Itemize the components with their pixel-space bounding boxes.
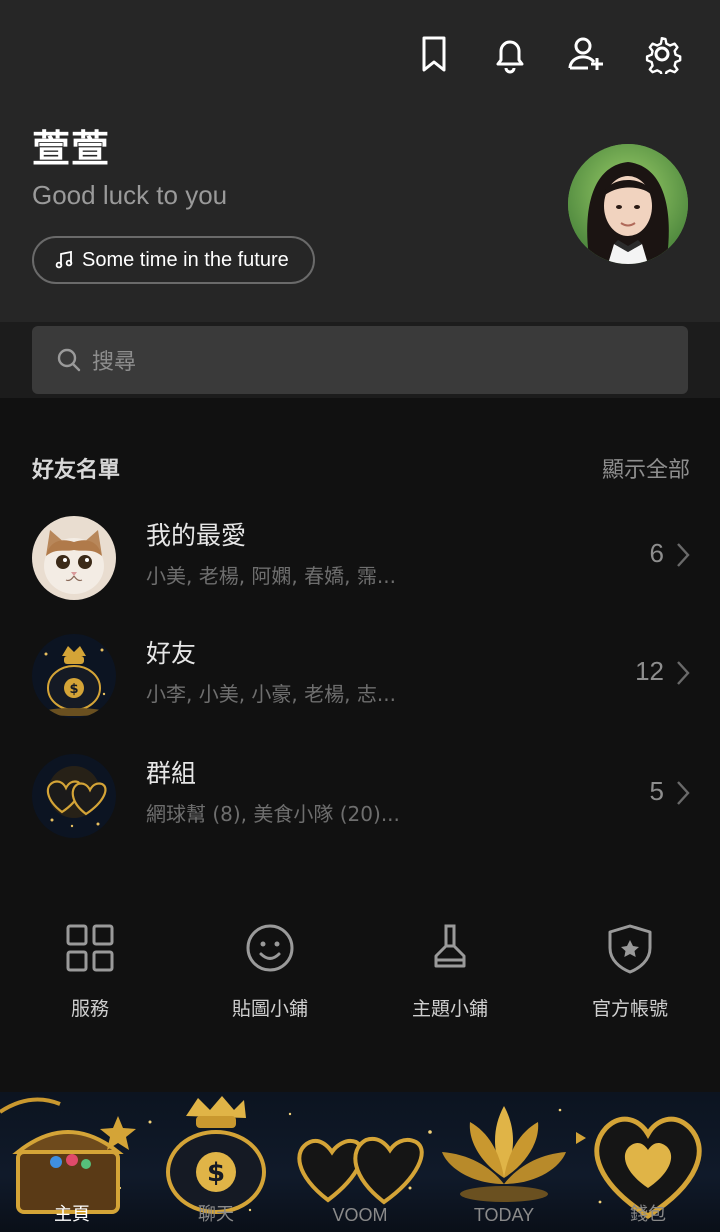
search-input[interactable]: 搜尋 [32,326,688,394]
tab-wallet[interactable]: 錢包 [576,1092,720,1232]
tab-voom[interactable]: VOOM [288,1092,432,1232]
service-item[interactable]: 服務 [0,920,180,1021]
svg-text:$: $ [69,682,78,697]
tab-chat[interactable]: $ 聊天 [144,1092,288,1232]
list-item-friends[interactable]: $ 好友 小李, 小美, 小豪, 老楊, 志... 12 [0,622,720,732]
chevron-right-icon [677,661,690,685]
group-title: 我的最愛 [146,521,247,550]
profile-name[interactable]: 萱萱 [32,118,110,173]
add-friend-icon[interactable] [564,32,608,76]
list-item-favorites[interactable]: 我的最愛 小美, 老楊, 阿嫻, 春嬌, 霈... 6 [0,504,720,614]
service-item[interactable]: 貼圖小鋪 [180,920,360,1021]
gear-icon[interactable] [640,32,684,76]
friend-list-title: 好友名單 [32,458,121,483]
bookmark-icon[interactable] [412,32,456,76]
group-members: 小美, 老楊, 阿嫻, 春嬌, 霈... [146,564,396,588]
smiley-icon [246,924,294,972]
list-item-groups[interactable]: 群組 網球幫 (8), 美食小隊 (20)... 5 [0,742,720,852]
tab-home[interactable]: 主頁 [0,1092,144,1232]
service-item[interactable]: 主題小鋪 [360,920,540,1021]
tab-label: 主頁 [54,1204,90,1224]
service-item[interactable]: 官方帳號 [540,920,720,1021]
search-icon [57,348,81,372]
tab-label: VOOM [332,1205,388,1225]
group-count: 5 [649,776,664,806]
services-row: 服務 貼圖小鋪 主題小鋪 官方帳號 [0,920,720,1030]
chevron-right-icon [677,543,690,567]
group-members: 小李, 小美, 小豪, 老楊, 志... [146,682,396,706]
music-note-icon [55,250,73,269]
tab-label: 錢包 [630,1204,666,1224]
music-title: Some time in the future [82,248,289,271]
profile-header: 萱萱 Good luck to you Some time in the fut… [0,0,720,322]
group-title: 群組 [146,759,197,788]
tab-label: TODAY [473,1205,535,1225]
cat-avatar [32,516,116,600]
service-label: 貼圖小鋪 [231,998,308,1020]
service-label: 主題小鋪 [411,998,488,1020]
chevron-right-icon [677,781,690,805]
top-toolbar [380,32,684,76]
status-message[interactable]: Good luck to you [32,180,227,211]
search-placeholder: 搜尋 [92,350,137,375]
hearts-avatar [32,754,116,838]
profile-music-pill[interactable]: Some time in the future [32,236,315,284]
avatar[interactable] [568,144,688,264]
service-label: 服務 [70,998,109,1020]
grid-icon [66,924,114,972]
shield-star-icon [608,924,652,974]
group-count: 12 [635,656,664,686]
svg-text:$: $ [207,1158,225,1188]
group-members: 網球幫 (8), 美食小隊 (20)... [146,802,400,826]
tab-today[interactable]: TODAY [432,1092,576,1232]
group-count: 6 [649,538,664,568]
bell-icon[interactable] [488,32,532,76]
money-bag-avatar: $ [32,634,116,718]
bottom-tab-bar: 主頁 $ 聊天 VOOM TODAY 錢包 [0,1092,720,1232]
show-all-link[interactable]: 顯示全部 [602,452,690,484]
brush-icon [434,924,466,968]
tab-label: 聊天 [198,1204,234,1224]
group-title: 好友 [146,639,197,668]
service-label: 官方帳號 [591,998,668,1020]
